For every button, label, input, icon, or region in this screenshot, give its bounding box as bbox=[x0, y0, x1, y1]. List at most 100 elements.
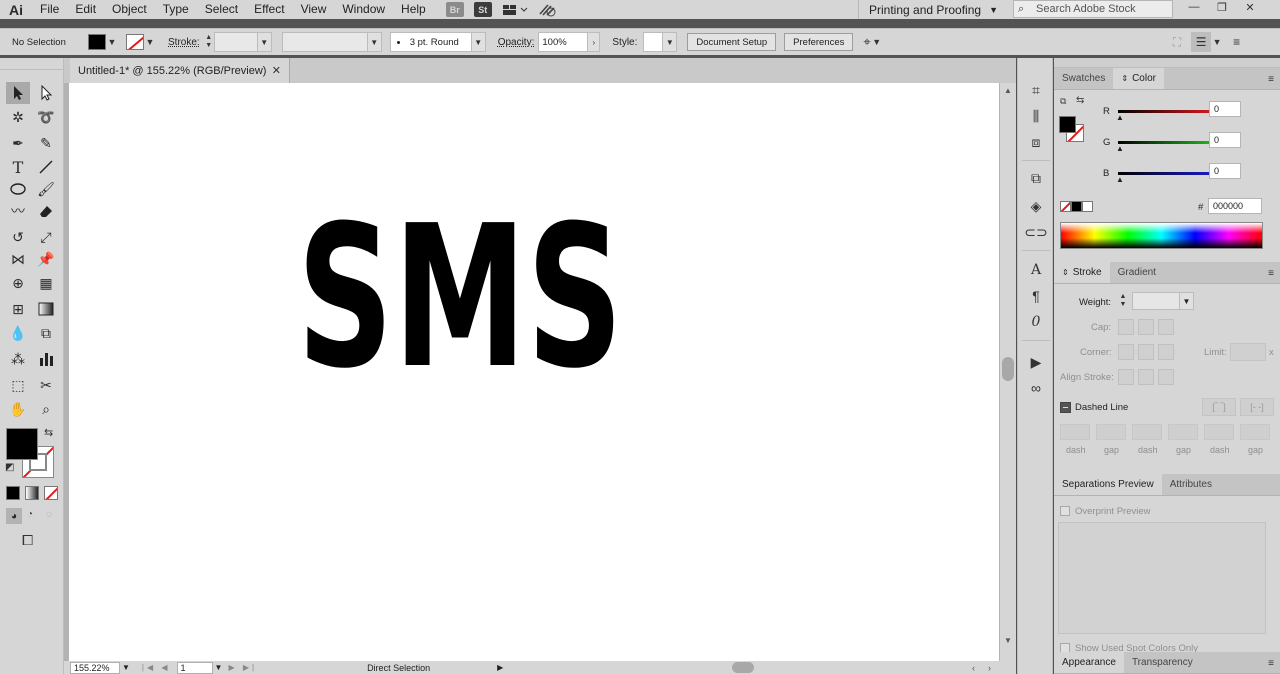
panel-grip[interactable] bbox=[1054, 58, 1280, 68]
scroll-up-icon[interactable]: ▲ bbox=[1000, 83, 1016, 97]
restore-icon[interactable]: ❐ bbox=[1208, 0, 1236, 14]
cc-libraries-panel-icon[interactable]: ∞ bbox=[1026, 378, 1046, 398]
menu-select[interactable]: Select bbox=[197, 0, 246, 19]
paragraph-panel-icon[interactable]: ¶ bbox=[1026, 286, 1046, 306]
weight-stepper[interactable]: ▲ ▼ bbox=[1118, 292, 1128, 310]
close-document-icon[interactable]: ✕ bbox=[272, 64, 281, 77]
dash-input-3[interactable] bbox=[1204, 424, 1234, 440]
default-colors-icon[interactable]: ◩ bbox=[5, 462, 14, 473]
opacity-label[interactable]: Opacity: bbox=[498, 37, 535, 48]
stroke-weight-stepper[interactable]: ▲ ▼ bbox=[204, 32, 214, 52]
magic-wand-tool-icon[interactable]: ✲ bbox=[6, 106, 30, 128]
vertical-scroll-thumb[interactable] bbox=[1002, 357, 1014, 381]
none-color-swatch[interactable] bbox=[1060, 201, 1071, 212]
menu-help[interactable]: Help bbox=[393, 0, 434, 19]
select-similar-dropdown-icon[interactable]: ▼ bbox=[871, 37, 883, 47]
white-color-swatch[interactable] bbox=[1082, 201, 1093, 212]
links-panel-icon[interactable]: ⊂⊃ bbox=[1024, 222, 1047, 242]
workspace-switcher[interactable]: Printing and Proofing ▼ bbox=[858, 0, 1000, 19]
zoom-level-field[interactable]: 155.22% bbox=[70, 661, 120, 674]
paintbrush-tool-icon[interactable]: 🖌 bbox=[34, 178, 58, 200]
artboard-nav-next-last-icon[interactable]: ▶ ▶| bbox=[228, 663, 257, 672]
fill-dropdown-icon[interactable]: ▼ bbox=[106, 37, 118, 47]
overprint-preview-checkbox[interactable] bbox=[1060, 506, 1070, 516]
selection-tool-icon[interactable] bbox=[6, 82, 30, 104]
g-slider[interactable] bbox=[1118, 141, 1216, 144]
dashed-line-checkbox[interactable] bbox=[1060, 402, 1071, 413]
eyedropper-tool-icon[interactable]: 💧 bbox=[6, 322, 30, 344]
stroke-dropdown-icon[interactable]: ▼ bbox=[144, 37, 156, 47]
bevel-join-icon[interactable] bbox=[1158, 344, 1174, 360]
r-value-input[interactable]: 0 bbox=[1209, 101, 1241, 117]
panel-layout-icon[interactable]: ☰ bbox=[1191, 32, 1212, 52]
opentype-panel-icon[interactable]: 0 bbox=[1026, 312, 1046, 332]
puppet-warp-tool-icon[interactable]: 📌 bbox=[34, 248, 58, 270]
draw-behind-icon[interactable]: ◔ bbox=[27, 509, 33, 520]
transform-panel-icon[interactable]: ⌗ bbox=[1026, 80, 1046, 100]
projecting-cap-icon[interactable] bbox=[1158, 319, 1174, 335]
black-color-swatch[interactable] bbox=[1071, 201, 1082, 212]
eraser-tool-icon[interactable] bbox=[34, 200, 58, 222]
hand-tool-icon[interactable]: ✋ bbox=[6, 398, 30, 420]
mesh-tool-icon[interactable]: ⊞ bbox=[6, 298, 30, 320]
gap-input-2[interactable] bbox=[1168, 424, 1198, 440]
round-join-icon[interactable] bbox=[1138, 344, 1154, 360]
control-menu-icon[interactable]: ≡ bbox=[1233, 35, 1240, 49]
status-menu-arrow-icon[interactable]: ▶ bbox=[497, 663, 503, 672]
character-panel-icon[interactable]: A bbox=[1026, 260, 1046, 280]
layers-panel-icon[interactable]: ◈ bbox=[1026, 196, 1046, 216]
curvature-tool-icon[interactable]: ✎ bbox=[34, 132, 58, 154]
column-graph-tool-icon[interactable] bbox=[34, 348, 58, 370]
b-value-input[interactable]: 0 bbox=[1209, 163, 1241, 179]
gpu-performance-icon[interactable] bbox=[536, 2, 560, 17]
stroke-label[interactable]: Stroke: bbox=[168, 37, 200, 48]
slice-tool-icon[interactable]: ✂ bbox=[34, 374, 58, 396]
actions-panel-icon[interactable]: ▶ bbox=[1026, 352, 1046, 372]
type-tool-icon[interactable]: T bbox=[6, 156, 30, 178]
vertical-scrollbar[interactable]: ▲ ▼ bbox=[1000, 83, 1016, 661]
artboard-number-field[interactable]: 1 bbox=[176, 661, 213, 674]
rotate-tool-icon[interactable]: ↺ bbox=[6, 226, 30, 248]
separations-list[interactable] bbox=[1058, 522, 1266, 634]
r-slider-handle-icon[interactable]: ▲ bbox=[1116, 113, 1124, 122]
graphic-style-swatch[interactable] bbox=[643, 32, 664, 52]
preserve-dash-icon[interactable]: [‾ ‾] bbox=[1202, 398, 1236, 416]
r-slider[interactable] bbox=[1118, 110, 1216, 113]
blend-tool-icon[interactable]: ⧉ bbox=[34, 322, 58, 344]
symbol-sprayer-tool-icon[interactable]: ⁂ bbox=[6, 348, 30, 370]
stroke-swatch[interactable] bbox=[126, 34, 144, 50]
panel-menu-icon[interactable]: ≡ bbox=[1268, 74, 1274, 85]
align-center-icon[interactable] bbox=[1118, 369, 1134, 385]
align-inside-icon[interactable] bbox=[1138, 369, 1154, 385]
scroll-right-icon[interactable]: › bbox=[988, 663, 991, 673]
gradient-tool-icon[interactable] bbox=[34, 298, 58, 320]
bridge-icon[interactable]: Br bbox=[445, 2, 464, 17]
draw-inside-icon[interactable]: ◌ bbox=[46, 509, 52, 520]
limit-input[interactable] bbox=[1230, 343, 1266, 361]
arrange-documents-icon[interactable] bbox=[502, 2, 528, 17]
brush-definition[interactable]: 3 pt. Round bbox=[389, 32, 472, 52]
menu-window[interactable]: Window bbox=[334, 0, 393, 19]
pathfinder-panel-icon[interactable]: ⧈ bbox=[1026, 132, 1046, 152]
gap-input-1[interactable] bbox=[1096, 424, 1126, 440]
g-slider-handle-icon[interactable]: ▲ bbox=[1116, 144, 1124, 153]
miter-join-icon[interactable] bbox=[1118, 344, 1134, 360]
panel-menu-icon[interactable]: ≡ bbox=[1268, 658, 1274, 669]
default-fill-stroke-icon[interactable]: ⧉ bbox=[1060, 96, 1066, 107]
toolbar-grip[interactable] bbox=[0, 58, 63, 70]
menu-type[interactable]: Type bbox=[155, 0, 197, 19]
zoom-tool-icon[interactable]: ⌕ bbox=[34, 398, 58, 420]
direct-selection-tool-icon[interactable] bbox=[34, 82, 58, 104]
stock-icon[interactable]: St bbox=[473, 2, 492, 17]
fill-color-box-front[interactable] bbox=[6, 428, 38, 460]
align-icon[interactable]: ⛶ bbox=[1173, 35, 1181, 50]
panel-fill-swatch[interactable] bbox=[1059, 116, 1076, 133]
shape-builder-tool-icon[interactable]: ⊕ bbox=[6, 272, 30, 294]
sms-artwork[interactable]: SMS bbox=[297, 219, 623, 369]
artboards-panel-icon[interactable]: ⧉ bbox=[1026, 168, 1046, 188]
panel-menu-icon[interactable]: ≡ bbox=[1268, 268, 1274, 279]
graphic-style-dropdown[interactable]: ▼ bbox=[663, 32, 678, 52]
b-slider[interactable] bbox=[1118, 172, 1216, 175]
line-segment-tool-icon[interactable] bbox=[34, 156, 58, 178]
width-tool-icon[interactable]: ⋈ bbox=[6, 248, 30, 270]
